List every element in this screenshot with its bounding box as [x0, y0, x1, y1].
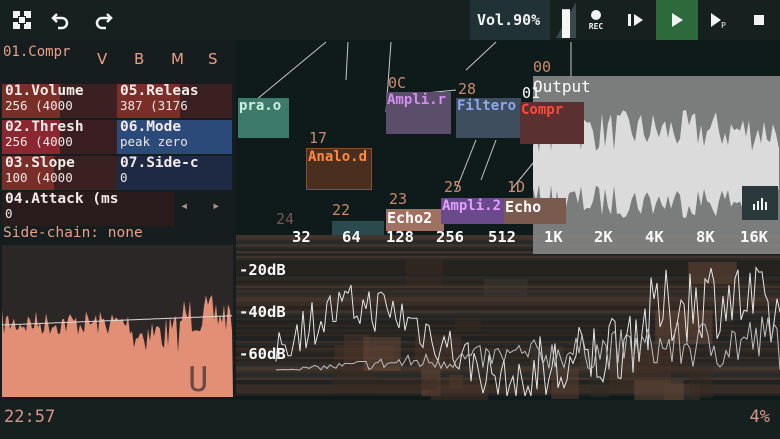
arrow-right-icon[interactable]: ▸ — [212, 198, 220, 214]
arrow-left-icon[interactable]: ◂ — [180, 198, 188, 214]
bypass-toggle[interactable]: B — [134, 50, 144, 68]
level-scope: U — [2, 245, 233, 397]
freq-label: 8K — [696, 228, 715, 246]
freq-label: 1K — [544, 228, 563, 246]
ctl-sidechain-mode[interactable]: 07.Side-c 0 — [117, 156, 232, 190]
ctl-attack[interactable]: 04.Attack (ms 0 — [2, 192, 174, 226]
freq-label: 512 — [488, 228, 516, 246]
stop-icon[interactable] — [740, 0, 778, 40]
ctl-release[interactable]: 05.Releas 387 (3176 — [117, 84, 232, 118]
scope-letter: U — [188, 360, 208, 397]
ctl-mode[interactable]: 06.Mode peak zero — [117, 120, 232, 154]
play-pattern-icon[interactable]: P — [700, 0, 738, 40]
module-properties-panel: 01.Compr V B M S 01.Volume 256 (4000 05.… — [0, 40, 236, 400]
mute-toggle[interactable]: M — [171, 50, 184, 68]
play-pause-icon[interactable] — [618, 0, 654, 40]
module-header: 01.Compr V B M S — [0, 40, 236, 80]
freq-label: 64 — [342, 228, 361, 246]
record-label: REC — [588, 22, 604, 31]
freq-label: 128 — [386, 228, 414, 246]
graph-icon[interactable] — [742, 186, 778, 220]
module-title[interactable]: 01.Compr — [3, 44, 70, 60]
ctl-threshold[interactable]: 02.Thresh 256 (4000 — [2, 120, 117, 154]
undo-icon[interactable] — [44, 0, 78, 40]
freq-label: 32 — [292, 228, 311, 246]
db-label: -20dB — [239, 261, 286, 279]
ctl-slope[interactable]: 03.Slope 100 (4000 — [2, 156, 117, 190]
record-button[interactable]: REC — [580, 0, 612, 40]
ctl-volume[interactable]: 01.Volume 256 (4000 — [2, 84, 117, 118]
freq-label: 2K — [594, 228, 613, 246]
db-label: -40dB — [239, 303, 286, 321]
visual-toggle[interactable]: V — [97, 50, 107, 68]
clock[interactable]: 22:57 — [4, 407, 55, 427]
volume-control[interactable]: Vol.90% — [470, 0, 550, 40]
svg-text:P: P — [721, 21, 726, 29]
menu-grid-icon[interactable] — [4, 0, 40, 40]
top-toolbar: Vol.90% REC P — [0, 0, 780, 40]
freq-label: 256 — [436, 228, 464, 246]
play-icon[interactable] — [656, 0, 698, 40]
module-network-view[interactable]: pra.o 0C Ampli.r 28 Filtero 01 Compr 00 … — [236, 40, 780, 400]
cpu-load[interactable]: 4% — [750, 407, 770, 427]
volume-meter[interactable] — [556, 2, 576, 38]
frequency-axis: 32 64 128 256 512 1K 2K 4K 8K 16K — [276, 228, 780, 248]
freq-label: 4K — [645, 228, 664, 246]
record-icon — [591, 10, 601, 20]
sidechain-label[interactable]: Side-chain: none — [3, 225, 143, 241]
solo-toggle[interactable]: S — [208, 50, 218, 68]
db-label: -60dB — [239, 345, 286, 363]
redo-icon[interactable] — [86, 0, 120, 40]
status-bar: 22:57 4% — [0, 400, 780, 439]
freq-label: 16K — [740, 228, 768, 246]
